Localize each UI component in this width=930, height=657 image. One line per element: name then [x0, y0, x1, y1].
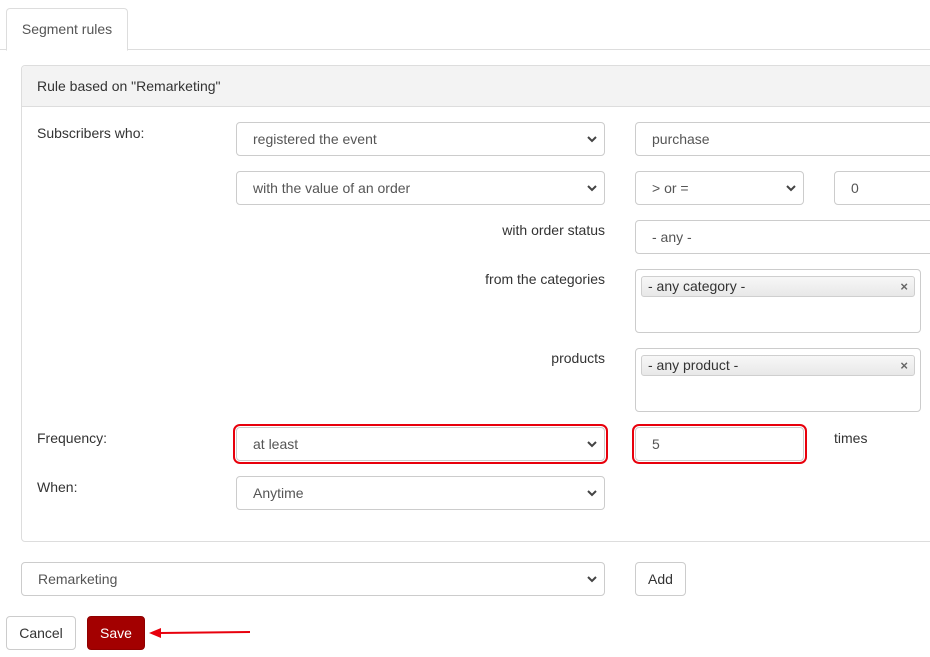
operator-select-value: > or =	[652, 180, 689, 196]
order-status-select[interactable]: - any -	[635, 220, 930, 254]
frequency-select[interactable]: at least	[233, 424, 608, 464]
when-select-value: Anytime	[253, 485, 304, 501]
action-select[interactable]: registered the event	[236, 122, 605, 156]
when-label: When:	[37, 479, 78, 495]
tab-segment-rules[interactable]: Segment rules	[6, 8, 128, 51]
add-rule-button[interactable]: Add	[635, 562, 686, 596]
event-name-input[interactable]: purchase	[635, 122, 930, 156]
operator-select[interactable]: > or =	[635, 171, 804, 205]
order-value-input[interactable]: 0	[834, 171, 930, 205]
product-chip: - any product - ×	[641, 355, 915, 376]
category-chip: - any category - ×	[641, 276, 915, 297]
frequency-count-input[interactable]: 5	[632, 424, 807, 464]
chevron-down-icon	[586, 477, 598, 509]
frequency-label: Frequency:	[37, 430, 108, 446]
order-value-value: 0	[851, 180, 859, 196]
remove-icon[interactable]: ×	[900, 356, 908, 375]
times-label: times	[834, 430, 868, 446]
action-select-value: registered the event	[253, 131, 377, 147]
condition-select-value: with the value of an order	[253, 180, 411, 196]
chevron-down-icon	[586, 428, 598, 460]
order-status-value: - any -	[652, 229, 692, 245]
annotation-arrow-icon	[149, 628, 251, 638]
chevron-down-icon	[785, 172, 797, 204]
chevron-down-icon	[586, 563, 598, 595]
categories-label: from the categories	[485, 271, 605, 287]
save-button[interactable]: Save	[87, 616, 145, 650]
products-multiselect[interactable]: - any product - ×	[635, 348, 921, 412]
frequency-count-value: 5	[652, 436, 660, 452]
event-name-value: purchase	[652, 131, 710, 147]
order-status-label: with order status	[502, 222, 605, 238]
rule-type-value: Remarketing	[38, 571, 118, 587]
subscribers-label: Subscribers who:	[37, 125, 145, 141]
when-select[interactable]: Anytime	[236, 476, 605, 510]
condition-select[interactable]: with the value of an order	[236, 171, 605, 205]
products-label: products	[551, 350, 605, 366]
product-chip-label: - any product -	[648, 357, 739, 373]
categories-multiselect[interactable]: - any category - ×	[635, 269, 921, 333]
rule-type-select[interactable]: Remarketing	[21, 562, 605, 596]
chevron-down-icon	[586, 172, 598, 204]
panel-heading: Rule based on "Remarketing"	[22, 66, 930, 107]
category-chip-label: - any category -	[648, 278, 746, 294]
chevron-down-icon	[586, 123, 598, 155]
frequency-select-value: at least	[253, 436, 299, 452]
cancel-button[interactable]: Cancel	[6, 616, 76, 650]
tab-bar: Segment rules	[0, 0, 930, 51]
remove-icon[interactable]: ×	[900, 277, 908, 296]
